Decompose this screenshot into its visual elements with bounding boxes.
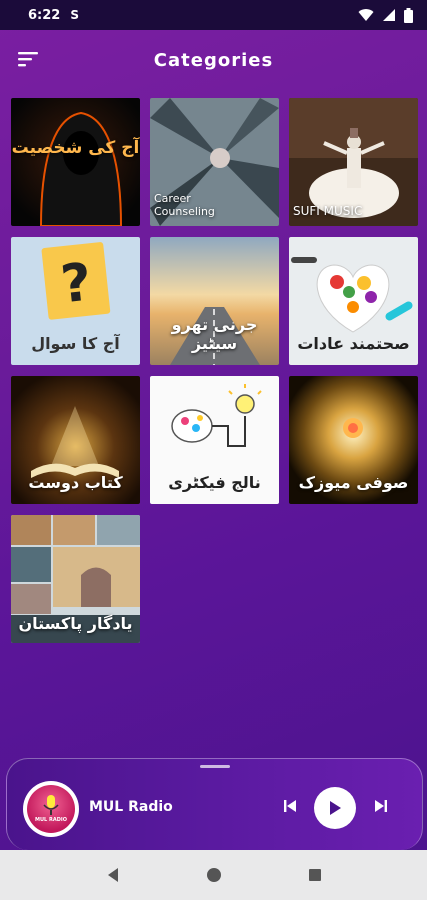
mic-logo: MUL RADIO [27,785,75,833]
recents-icon[interactable] [308,868,322,882]
station-name: MUL Radio [89,799,173,815]
status-time: 6:22 [28,7,61,23]
status-bar: 6:22 S [0,0,427,30]
back-icon[interactable] [106,867,120,883]
category-tile-kitab-dost[interactable]: کتاب دوست [11,376,140,504]
category-tile-knowledge-factory[interactable]: نالج فیکٹری [150,376,279,504]
category-tile-aaj-ki-shakhsiyat[interactable]: آج کی شخصیت [11,98,140,226]
cellular-signal-icon [383,9,395,21]
sim-icon: S [70,8,79,22]
category-caption: آج کی شخصیت [11,138,140,158]
menu-icon[interactable] [18,50,40,68]
home-icon[interactable] [206,867,222,883]
category-caption: صحتمند عادات [297,334,410,353]
category-tile-sufi-music-urdu[interactable]: صوفی میوزک [289,376,418,504]
hooded-figure-image [11,98,140,226]
category-caption: صوفی میوزک [298,473,409,492]
microphone-icon [43,795,59,815]
play-button[interactable] [314,787,356,829]
category-caption: کتاب دوست [28,473,123,492]
category-caption: یادگار پاکستان [18,614,133,633]
category-tile-sufi-music[interactable]: SUFI MUSIC [289,98,418,226]
category-grid: آج کی شخصیت Career Counseling SUFI MUSIC [11,98,418,643]
page-title: Categories [153,49,274,71]
battery-icon [404,7,413,23]
category-tile-career-counseling[interactable]: Career Counseling [150,98,279,226]
category-caption: جرنی تھرو سیٹیز [171,315,258,353]
play-icon [330,801,341,815]
system-nav-bar [0,850,427,900]
logo-text: MUL RADIO [35,817,67,823]
category-caption: نالج فیکٹری [168,473,261,492]
station-logo: MUL RADIO [23,781,79,837]
category-tile-healthy-habits[interactable]: صحتمند عادات [289,237,418,365]
previous-icon[interactable] [283,799,297,813]
drag-handle[interactable] [200,765,230,768]
mini-player[interactable]: MUL RADIO MUL Radio [6,758,423,850]
category-tile-yadgar-pakistan[interactable]: یادگار پاکستان [11,515,140,643]
category-caption: SUFI MUSIC [293,204,363,218]
wifi-icon [358,9,374,21]
category-tile-aaj-ka-sawal[interactable]: ? آج کا سوال [11,237,140,365]
category-caption: Career Counseling [154,192,215,218]
category-caption: آج کا سوال [31,334,120,353]
next-icon[interactable] [374,799,388,813]
category-tile-journey-through-cities[interactable]: جرنی تھرو سیٹیز [150,237,279,365]
app-bar: Categories [0,30,427,90]
status-icons [358,7,413,23]
svg-text:?: ? [58,252,94,315]
